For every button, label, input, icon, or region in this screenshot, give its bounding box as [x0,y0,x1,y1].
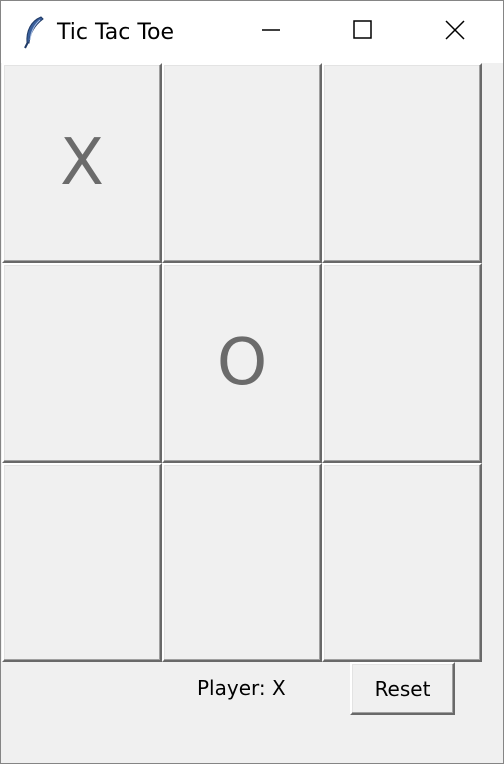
feather-icon [21,15,47,49]
game-board: X O [2,63,482,662]
maximize-button[interactable] [317,1,409,63]
board-cell-8[interactable] [322,463,482,662]
board-cell-1[interactable] [162,63,322,263]
minimize-button[interactable] [225,1,317,63]
reset-button[interactable]: Reset [350,662,455,715]
maximize-icon [352,19,374,45]
minimize-icon [261,20,281,44]
close-icon [444,19,466,45]
title-bar[interactable]: Tic Tac Toe [1,1,503,63]
board-cell-3[interactable] [2,263,162,463]
player-status-label: Player: X [197,676,286,700]
window-title: Tic Tac Toe [57,20,175,45]
close-button[interactable] [409,1,501,63]
board-cell-0[interactable]: X [2,63,162,263]
app-window: Tic Tac Toe X O Player: X Reset [0,0,504,764]
board-cell-7[interactable] [162,463,322,662]
board-cell-6[interactable] [2,463,162,662]
board-cell-5[interactable] [322,263,482,463]
board-cell-4[interactable]: O [162,263,322,463]
board-cell-2[interactable] [322,63,482,263]
